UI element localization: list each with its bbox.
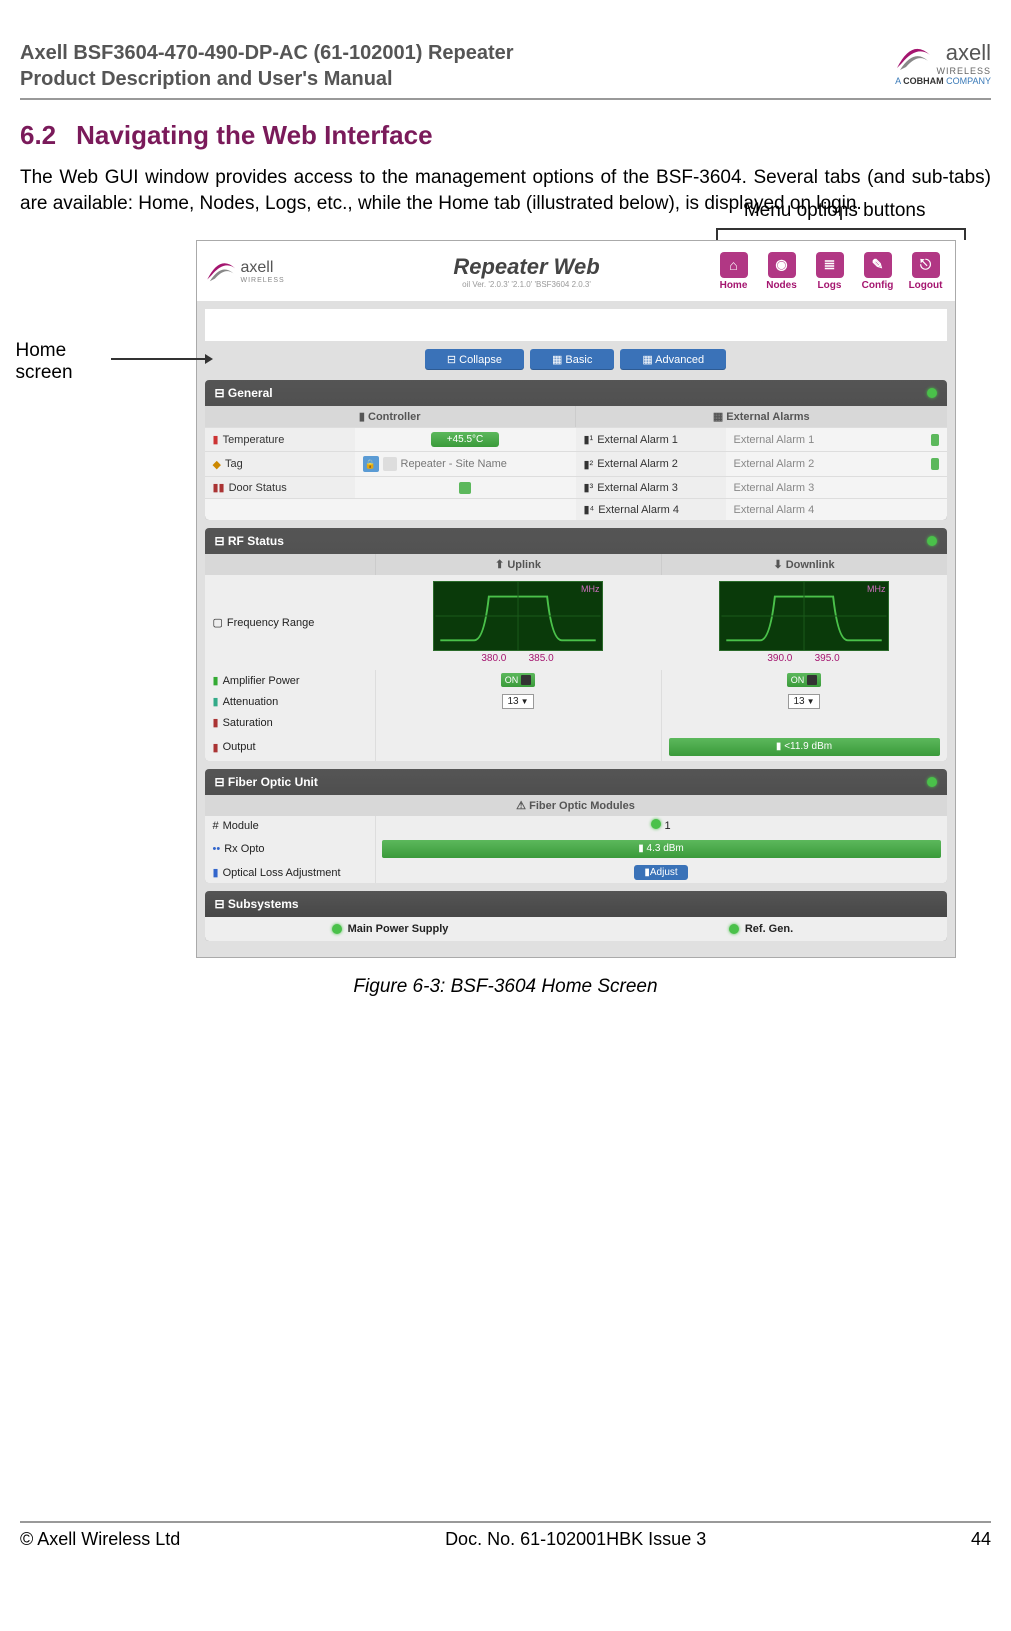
output-label: ▮Output	[205, 733, 375, 761]
status-indicator-icon	[931, 458, 939, 470]
alarm2-value: External Alarm 2	[726, 452, 923, 476]
subsystems-panel: ⊟ Subsystems Main Power Supply Ref. Gen.	[205, 891, 947, 941]
downlink-graph: MHz	[719, 581, 889, 651]
controller-header: ▮ Controller	[205, 406, 576, 427]
logout-icon: ⎋	[912, 252, 940, 278]
lock-icon[interactable]: 🔒	[363, 456, 379, 472]
temperature-label: ▮Temperature	[205, 428, 355, 451]
doc-title-line1: Axell BSF3604-470-490-DP-AC (61-102001) …	[20, 40, 514, 66]
app-logo: axell WIRELESS	[203, 258, 343, 284]
alarm1-value: External Alarm 1	[726, 428, 923, 451]
alarm4-label: ▮⁴ External Alarm 4	[576, 499, 726, 520]
status-dot-icon	[332, 924, 342, 934]
main-nav: ⌂Home ◉Nodes ≣Logs ✎Config ⎋Logout	[711, 252, 949, 291]
advanced-button[interactable]: ▦ Advanced	[620, 349, 726, 370]
status-dot-icon	[927, 536, 937, 546]
page-header: Axell BSF3604-470-490-DP-AC (61-102001) …	[20, 40, 991, 100]
basic-button[interactable]: ▦ Basic	[530, 349, 614, 370]
footer-right: 44	[971, 1529, 991, 1550]
ref-gen: Ref. Gen.	[576, 917, 947, 941]
alarm4-value: External Alarm 4	[726, 499, 923, 520]
door-label: ▮▮Door Status	[205, 477, 355, 498]
nav-home[interactable]: ⌂Home	[711, 252, 757, 291]
alarm1-label: ▮¹ External Alarm 1	[576, 428, 726, 451]
status-dot-icon	[729, 924, 739, 934]
axell-swirl-icon	[203, 258, 237, 284]
uplink-att-select[interactable]: 13▼	[502, 694, 533, 709]
uplink-amp-toggle[interactable]: ON	[501, 673, 536, 687]
rx-opto-value: ▮ 4.3 dBm	[382, 840, 941, 858]
home-icon: ⌂	[720, 252, 748, 278]
uplink-graph: MHz	[433, 581, 603, 651]
downlink-att-select[interactable]: 13▼	[788, 694, 819, 709]
nodes-icon: ◉	[768, 252, 796, 278]
annotation-brace	[716, 228, 966, 244]
amp-label: ▮Amplifier Power	[205, 670, 375, 691]
screenshot: axell WIRELESS Repeater Web oil Ver. '2.…	[196, 240, 956, 958]
edit-icon[interactable]	[383, 457, 397, 471]
footer-left: © Axell Wireless Ltd	[20, 1529, 180, 1550]
section-number: 6.2	[20, 120, 56, 150]
tag-value: Repeater - Site Name	[401, 458, 507, 470]
logs-icon: ≣	[816, 252, 844, 278]
alarm2-label: ▮² External Alarm 2	[576, 452, 726, 476]
home-blank-area	[205, 309, 947, 341]
adjust-button[interactable]: ▮Adjust	[634, 865, 687, 880]
rf-panel: ⊟ RF Status x ⬆ Uplink ⬇ Downlink ▢ Freq…	[205, 528, 947, 761]
page-footer: © Axell Wireless Ltd Doc. No. 61-102001H…	[20, 1521, 991, 1550]
alarm3-value: External Alarm 3	[726, 477, 923, 498]
collapse-button[interactable]: ⊟ Collapse	[425, 349, 524, 370]
brand-logo: axell WIRELESS A COBHAM COMPANY	[892, 40, 991, 86]
fiber-panel: ⊟ Fiber Optic Unit ⚠ Fiber Optic Modules…	[205, 769, 947, 883]
door-status-icon	[459, 482, 471, 494]
general-panel: ⊟ General ▮ Controller ▦ External Alarms…	[205, 380, 947, 520]
section-title-text: Navigating the Web Interface	[76, 120, 432, 150]
temperature-value: +45.5°C	[431, 432, 500, 447]
doc-title: Axell BSF3604-470-490-DP-AC (61-102001) …	[20, 40, 514, 92]
brand-tagline: A COBHAM COMPANY	[892, 76, 991, 86]
nav-nodes[interactable]: ◉Nodes	[759, 252, 805, 291]
annotation-menu: Menu options buttons	[744, 200, 926, 222]
section-heading: 6.2 Navigating the Web Interface	[20, 120, 991, 151]
rx-opto-label: ••Rx Opto	[205, 836, 375, 862]
sat-label: ▮Saturation	[205, 712, 375, 733]
freq-label: ▢ Frequency Range	[205, 575, 375, 670]
status-dot-icon	[651, 819, 661, 829]
nav-logs[interactable]: ≣Logs	[807, 252, 853, 291]
nav-config[interactable]: ✎Config	[855, 252, 901, 291]
alarm3-label: ▮³ External Alarm 3	[576, 477, 726, 498]
status-dot-icon	[927, 777, 937, 787]
downlink-header: ⬇ Downlink	[661, 554, 947, 575]
downlink-amp-toggle[interactable]: ON	[787, 673, 822, 687]
annotation-arrow	[111, 358, 211, 360]
alarms-header: ▦ External Alarms	[575, 406, 947, 427]
brand-name: axell	[936, 40, 991, 66]
module-value: 1	[664, 820, 670, 832]
status-dot-icon	[927, 388, 937, 398]
axell-swirl-icon	[892, 43, 932, 73]
nav-logout[interactable]: ⎋Logout	[903, 252, 949, 291]
doc-title-line2: Product Description and User's Manual	[20, 66, 514, 92]
config-icon: ✎	[864, 252, 892, 278]
fiber-modules-header: ⚠ Fiber Optic Modules	[205, 795, 947, 816]
app-version: oil Ver. '2.0.3' '2.1.0' 'BSF3604 2.0.3'	[343, 280, 711, 289]
tag-label: ◆Tag	[205, 452, 355, 476]
brand-sub: WIRELESS	[936, 66, 991, 76]
figure-caption: Figure 6-3: BSF-3604 Home Screen	[26, 976, 986, 998]
main-power-supply: Main Power Supply	[205, 917, 576, 941]
footer-center: Doc. No. 61-102001HBK Issue 3	[445, 1529, 706, 1550]
uplink-header: ⬆ Uplink	[375, 554, 661, 575]
app-title: Repeater Web	[343, 254, 711, 280]
annotation-home: Home screen	[16, 340, 73, 384]
output-value: ▮ <11.9 dBm	[669, 738, 940, 756]
optical-loss-label: ▮Optical Loss Adjustment	[205, 862, 375, 883]
module-label: # Module	[205, 816, 375, 836]
status-indicator-icon	[931, 434, 939, 446]
att-label: ▮Attenuation	[205, 691, 375, 712]
